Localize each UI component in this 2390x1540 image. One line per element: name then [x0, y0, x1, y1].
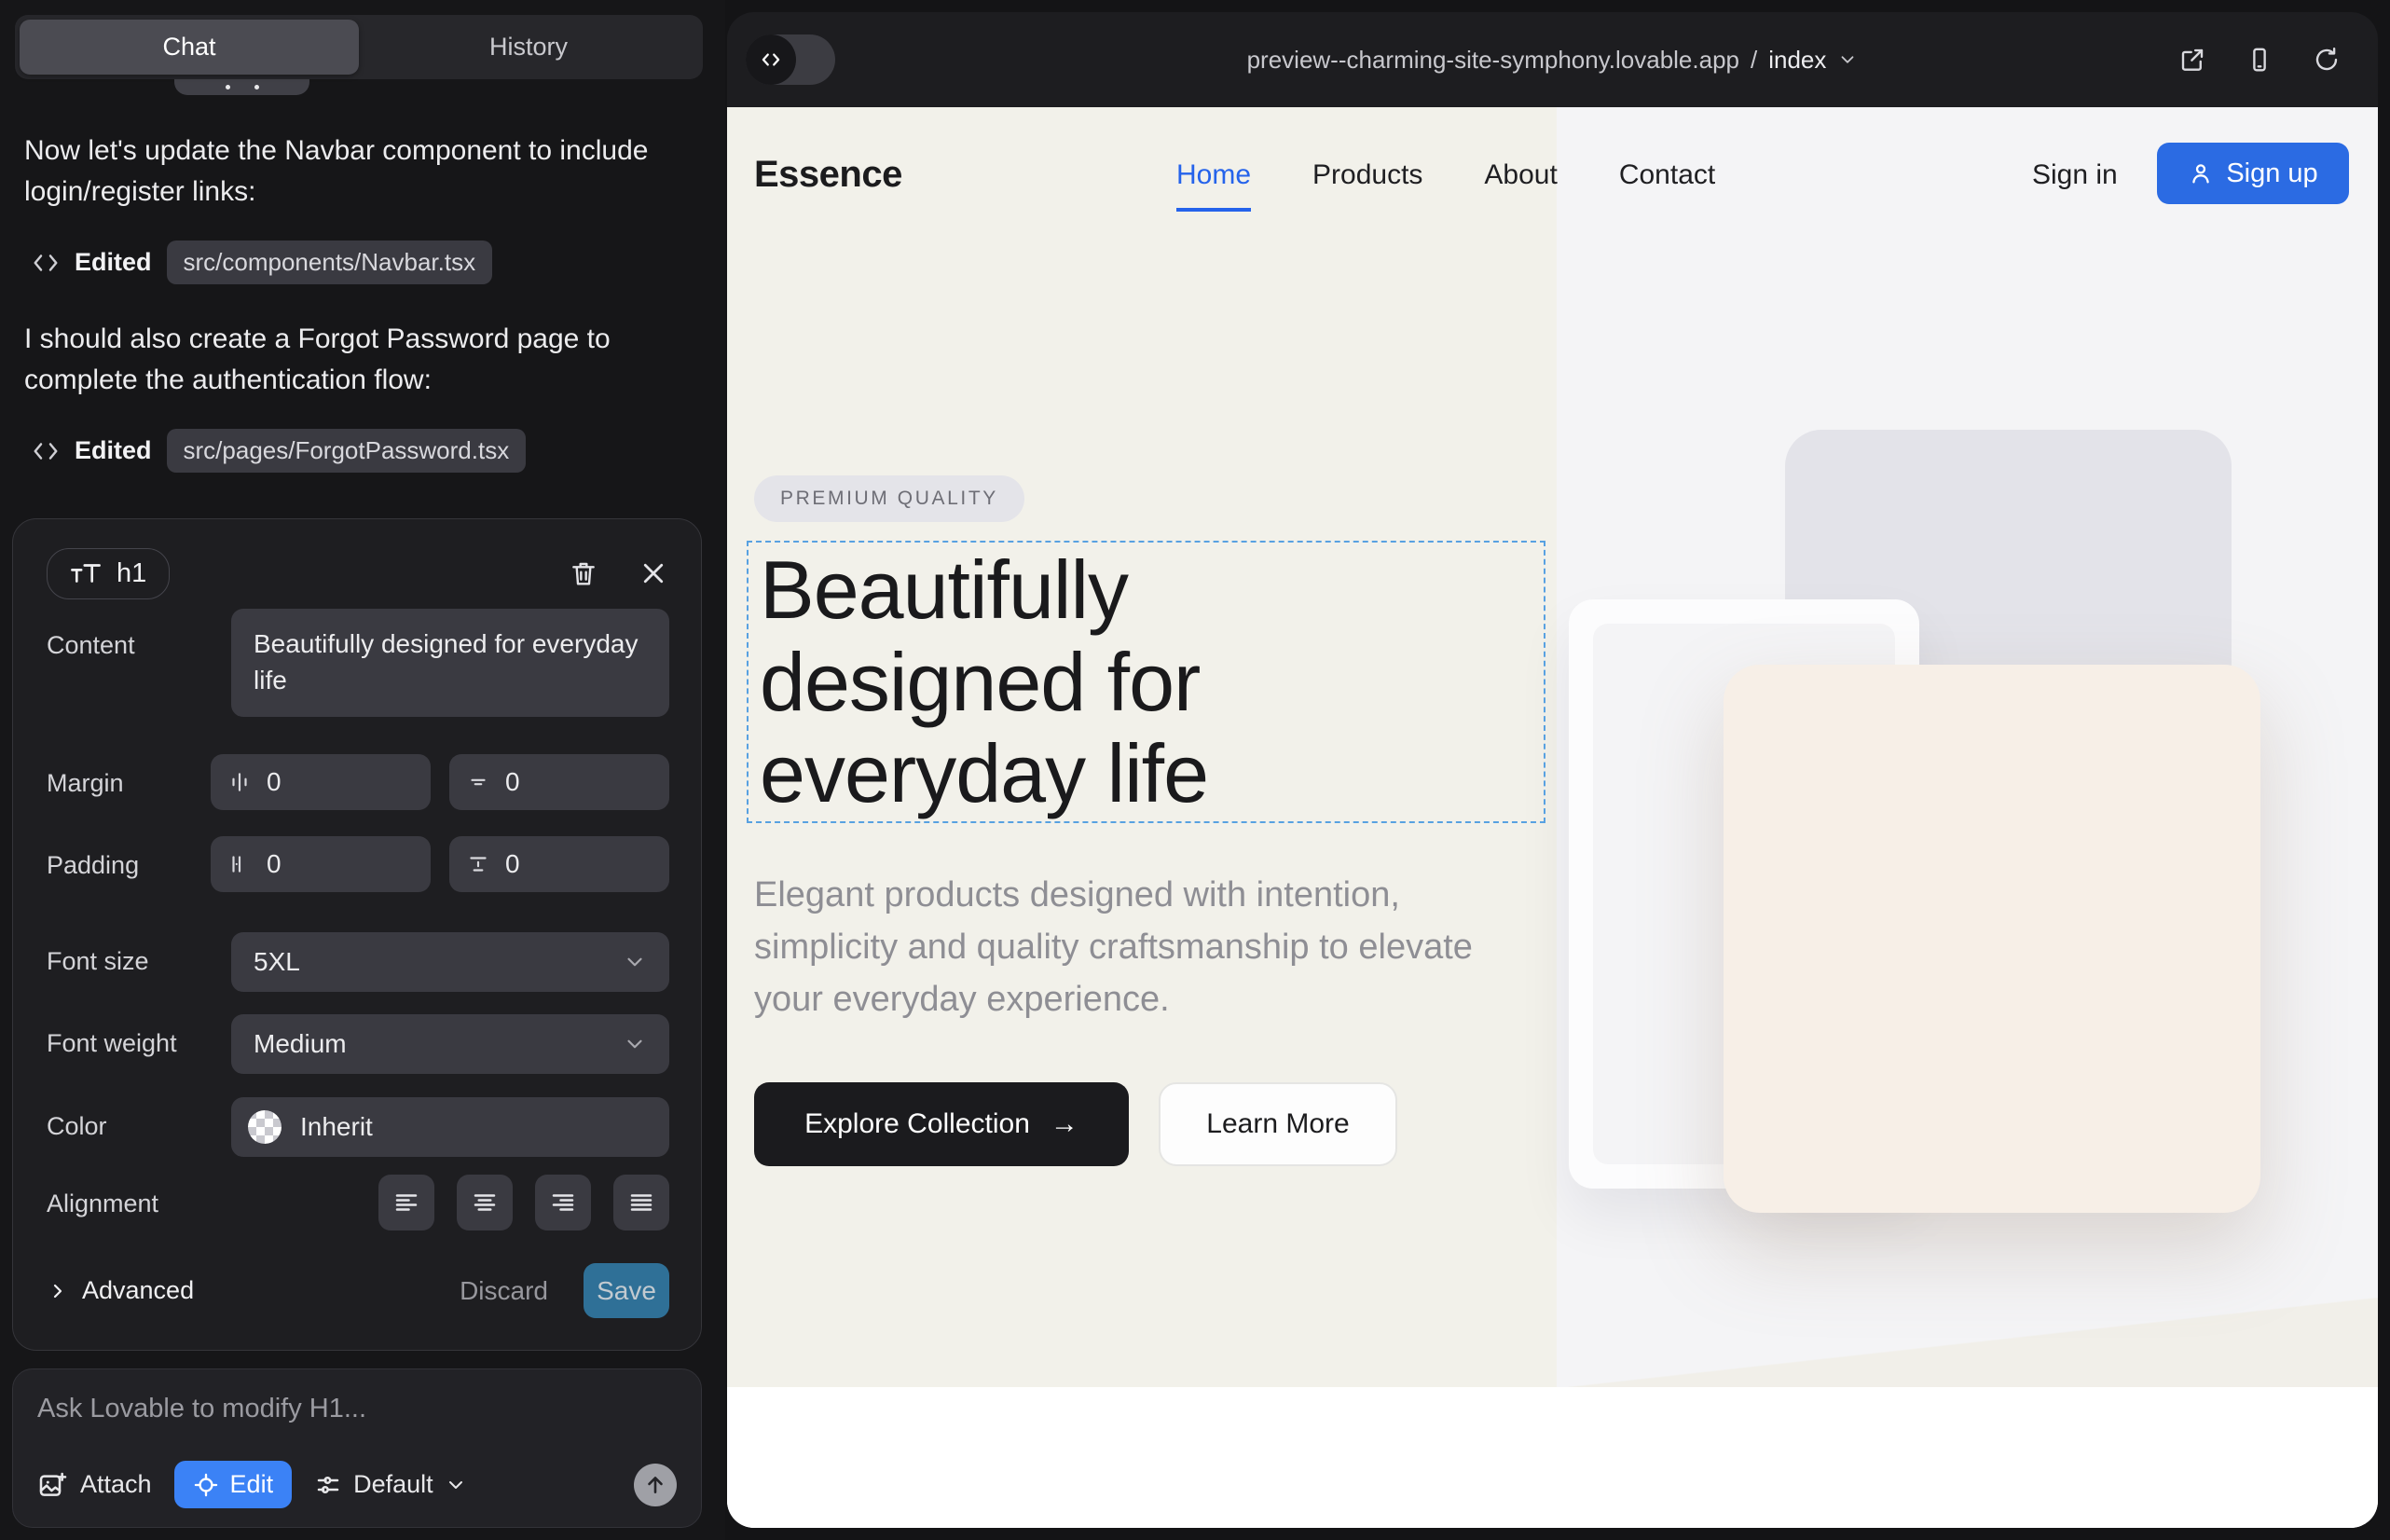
next-section-background	[727, 1387, 2378, 1528]
code-icon	[32, 249, 60, 277]
align-center-button[interactable]	[457, 1175, 513, 1231]
edited-file-chip[interactable]: src/pages/ForgotPassword.tsx	[167, 429, 527, 473]
font-size-select[interactable]: 5XL	[231, 932, 669, 992]
padding-label: Padding	[47, 836, 211, 880]
refresh-icon[interactable]	[2313, 46, 2341, 74]
align-right-button[interactable]	[535, 1175, 591, 1231]
save-button[interactable]: Save	[584, 1263, 669, 1318]
font-weight-label: Font weight	[47, 1014, 231, 1058]
chat-history-tabbar: Chat History	[15, 15, 703, 79]
chevron-down-icon	[623, 1032, 647, 1056]
alignment-label: Alignment	[47, 1175, 231, 1218]
user-icon	[2188, 160, 2214, 186]
align-justify-button[interactable]	[613, 1175, 669, 1231]
decorative-diagonal	[1568, 1298, 2378, 1387]
color-select[interactable]: Inherit	[231, 1097, 669, 1157]
arrow-right-icon: →	[1051, 1108, 1078, 1140]
preview-frame: preview--charming-site-symphony.lovable.…	[727, 12, 2378, 1528]
padding-vertical-icon	[466, 852, 490, 876]
hero-headline[interactable]: Beautifully designed for everyday life	[760, 544, 1356, 820]
advanced-toggle[interactable]: Advanced	[47, 1276, 194, 1305]
sign-in-link[interactable]: Sign in	[2032, 159, 2118, 191]
element-tag: h1	[117, 558, 146, 589]
edited-file-row: Edited src/components/Navbar.tsx	[32, 241, 492, 284]
element-editor-panel: h1 Content Beautifully designed for ever…	[12, 518, 702, 1351]
tab-history[interactable]: History	[359, 20, 698, 75]
premium-quality-badge: PREMIUM QUALITY	[754, 475, 1024, 522]
nav-link-home[interactable]: Home	[1176, 159, 1251, 191]
target-icon	[193, 1472, 219, 1498]
attach-button[interactable]: Attach	[37, 1470, 152, 1500]
chevron-down-icon	[1837, 49, 1858, 70]
chevron-down-icon	[445, 1474, 467, 1496]
nav-link-about[interactable]: About	[1484, 159, 1557, 191]
chevron-down-icon	[623, 950, 647, 974]
edit-mode-button[interactable]: Edit	[174, 1461, 293, 1508]
text-type-icon	[70, 559, 102, 587]
font-weight-select[interactable]: Medium	[231, 1014, 669, 1074]
margin-vertical-icon	[466, 770, 490, 794]
tab-chat[interactable]: Chat	[20, 20, 359, 75]
selection-outline[interactable]: Beautifully designed for everyday life	[747, 541, 1545, 823]
edited-label: Edited	[75, 248, 152, 277]
assistant-message: I should also create a Forgot Password p…	[24, 319, 688, 401]
sign-up-button[interactable]: Sign up	[2157, 143, 2349, 204]
margin-y-input[interactable]: 0	[449, 754, 669, 810]
sliders-icon	[314, 1471, 342, 1499]
margin-x-input[interactable]: 0	[211, 754, 431, 810]
align-left-button[interactable]	[378, 1175, 434, 1231]
arrow-up-icon	[643, 1473, 667, 1497]
decorative-card-cream	[1724, 665, 2260, 1213]
preview-url-path: index	[1768, 46, 1826, 75]
content-input[interactable]: Beautifully designed for everyday life	[231, 609, 669, 717]
mode-select[interactable]: Default	[314, 1470, 467, 1499]
margin-horizontal-icon	[227, 770, 252, 794]
send-button[interactable]	[634, 1464, 677, 1506]
url-bar[interactable]: preview--charming-site-symphony.lovable.…	[727, 12, 2378, 107]
chat-sidebar: Chat History Now let's update the Navbar…	[0, 0, 725, 1540]
edited-file-chip[interactable]: src/components/Navbar.tsx	[167, 241, 493, 284]
learn-more-button[interactable]: Learn More	[1159, 1082, 1397, 1166]
composer-placeholder[interactable]: Ask Lovable to modify H1...	[37, 1394, 677, 1424]
chevron-right-icon	[47, 1280, 69, 1302]
preview-url-host: preview--charming-site-symphony.lovable.…	[1247, 46, 1739, 75]
padding-x-input[interactable]: 0	[211, 836, 431, 892]
selected-element-chip[interactable]: h1	[47, 548, 170, 599]
color-swatch	[248, 1110, 282, 1144]
hero-subtext: Elegant products designed with intention…	[754, 870, 1509, 1026]
explore-collection-button[interactable]: Explore Collection →	[754, 1082, 1129, 1166]
chat-composer[interactable]: Ask Lovable to modify H1... Attach Edit …	[12, 1368, 702, 1528]
nav-link-contact[interactable]: Contact	[1619, 159, 1715, 191]
mobile-view-icon[interactable]	[2246, 46, 2273, 74]
url-separator: /	[1751, 46, 1757, 75]
content-label: Content	[47, 609, 231, 660]
nav-link-products[interactable]: Products	[1312, 159, 1422, 191]
code-icon	[32, 437, 60, 465]
open-in-new-tab-icon[interactable]	[2178, 46, 2206, 74]
padding-horizontal-icon	[227, 852, 252, 876]
website-viewport: Essence Home Products About Contact Sign…	[727, 107, 2378, 1528]
delete-element-button[interactable]	[569, 558, 598, 588]
edited-file-row: Edited src/pages/ForgotPassword.tsx	[32, 429, 526, 473]
color-label: Color	[47, 1097, 231, 1141]
site-navbar: Essence Home Products About Contact Sign…	[727, 107, 2378, 247]
padding-y-input[interactable]: 0	[449, 836, 669, 892]
font-size-label: Font size	[47, 932, 231, 976]
margin-label: Margin	[47, 754, 211, 798]
close-panel-icon[interactable]	[639, 559, 667, 587]
preview-toolbar: preview--charming-site-symphony.lovable.…	[727, 12, 2378, 107]
discard-button[interactable]: Discard	[460, 1276, 548, 1306]
scrolled-chip-partial	[174, 79, 309, 95]
edited-label: Edited	[75, 436, 152, 465]
attach-image-icon	[37, 1470, 67, 1500]
assistant-message: Now let's update the Navbar component to…	[24, 131, 688, 213]
site-logo[interactable]: Essence	[754, 154, 902, 196]
